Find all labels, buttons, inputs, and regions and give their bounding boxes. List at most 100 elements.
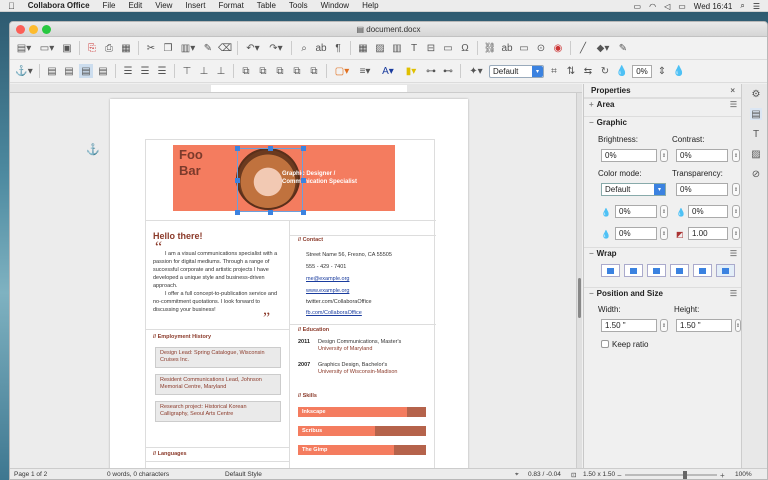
status-zoom[interactable]: 100% <box>735 471 752 478</box>
menu-tools[interactable]: Tools <box>289 1 308 10</box>
resize-handle[interactable] <box>235 178 240 183</box>
menu-file[interactable]: File <box>103 1 116 10</box>
resize-handle[interactable] <box>235 210 240 215</box>
navigator-icon[interactable]: ⊘ <box>750 168 762 180</box>
width-field[interactable]: 1.50 " <box>601 319 657 332</box>
background-color-icon[interactable]: ▮▾ <box>401 64 421 78</box>
styles-icon[interactable]: T <box>750 128 762 140</box>
insert-table-icon[interactable]: ▦ <box>356 41 370 55</box>
align-center-icon[interactable]: ☰ <box>138 64 152 78</box>
footnote-icon[interactable]: ab <box>500 41 514 55</box>
close-icon[interactable]: × <box>730 86 735 95</box>
section-wrap[interactable]: − Wrap ☰ <box>584 247 742 259</box>
clone-formatting-icon[interactable]: ✎ <box>201 41 215 55</box>
gamma-field[interactable]: 1.00 <box>688 227 728 240</box>
apple-icon[interactable]:  <box>8 1 15 11</box>
draw-functions-icon[interactable]: ✎ <box>616 41 630 55</box>
width-spinner[interactable]: ⇕ <box>660 319 668 332</box>
wrap-optimal-button[interactable] <box>647 264 666 277</box>
wifi-icon[interactable]: ◠ <box>649 2 656 11</box>
unlink-frames-icon[interactable]: ⊷ <box>441 64 455 78</box>
document-page[interactable]: Foo Bar Graphic Designer / Communication … <box>110 99 468 479</box>
basic-shapes-icon[interactable]: ◆▾ <box>593 41 613 55</box>
section-area[interactable]: + Area ☰ <box>584 98 742 110</box>
gamma-spinner[interactable]: ⇕ <box>732 227 740 240</box>
green-field[interactable]: 0% <box>688 205 728 218</box>
formatting-marks-icon[interactable]: ¶ <box>331 41 345 55</box>
spelling-icon[interactable]: ab <box>314 41 328 55</box>
redo-icon[interactable]: ↷▾ <box>266 41 286 55</box>
find-replace-icon[interactable]: ⌕ <box>297 41 311 55</box>
send-to-back-icon[interactable]: ⧉ <box>290 64 304 78</box>
contact-email-link[interactable]: me@example.org <box>306 276 350 282</box>
link-frames-icon[interactable]: ⊶ <box>424 64 438 78</box>
copy-icon[interactable]: ❐ <box>161 41 175 55</box>
close-window-button[interactable] <box>16 25 25 34</box>
special-character-icon[interactable]: Ω <box>458 41 472 55</box>
flip-horizontal-icon[interactable]: ⇆ <box>581 64 595 78</box>
properties-icon[interactable]: ▤ <box>750 108 762 120</box>
wrap-none-button[interactable] <box>601 264 620 277</box>
document-canvas[interactable]: ⚓ Foo Bar Graphic Designer / Communicatio… <box>10 93 582 479</box>
insert-page-break-icon[interactable]: ⊟ <box>424 41 438 55</box>
menu-help[interactable]: Help <box>362 1 378 10</box>
resize-handle[interactable] <box>268 210 273 215</box>
spin-icon[interactable]: ⇕ <box>655 64 669 78</box>
more-options-icon[interactable]: ☰ <box>730 289 737 298</box>
cut-icon[interactable]: ✂ <box>144 41 158 55</box>
battery-icon[interactable]: ▭ <box>678 2 686 11</box>
export-pdf-icon[interactable]: ⎘ <box>85 41 99 55</box>
transparency-spinner[interactable]: ⇕ <box>732 183 740 196</box>
optimal-wrap-icon[interactable]: ▤ <box>79 64 93 78</box>
send-backward-icon[interactable]: ⧉ <box>273 64 287 78</box>
wrap-after-button[interactable] <box>693 264 712 277</box>
rotate-icon[interactable]: ↻ <box>598 64 612 78</box>
track-changes-icon[interactable]: ⊙ <box>534 41 548 55</box>
status-style[interactable]: Default Style <box>225 471 262 478</box>
resize-handle[interactable] <box>235 146 240 151</box>
record-icon[interactable]: ◉ <box>551 41 565 55</box>
transparency-icon[interactable]: 💧 <box>615 64 629 78</box>
volume-icon[interactable]: ◁ <box>664 2 670 11</box>
insert-image-icon[interactable]: ▨ <box>373 41 387 55</box>
paste-icon[interactable]: ▥▾ <box>178 41 198 55</box>
brightness-spinner[interactable]: ⇕ <box>660 149 668 162</box>
new-document-icon[interactable]: ▤▾ <box>14 41 34 55</box>
anchor-icon[interactable]: ⚓▾ <box>14 64 34 78</box>
resize-handle[interactable] <box>301 146 306 151</box>
image-mode-select[interactable]: Default ▾ <box>489 64 544 78</box>
brightness-field[interactable]: 0% <box>601 149 657 162</box>
contrast-spinner[interactable]: ⇕ <box>732 149 740 162</box>
align-left-icon[interactable]: ☰ <box>121 64 135 78</box>
save-icon[interactable]: ▣ <box>60 41 74 55</box>
section-graphic[interactable]: − Graphic <box>584 116 742 128</box>
comment-icon[interactable]: ▭ <box>517 41 531 55</box>
insert-chart-icon[interactable]: ▥ <box>390 41 404 55</box>
menu-view[interactable]: View <box>155 1 172 10</box>
border-color-icon[interactable]: A▾ <box>378 64 398 78</box>
align-middle-icon[interactable]: ⊥ <box>197 64 211 78</box>
contact-facebook-link[interactable]: fb.com/CollaboraOffice <box>306 310 362 316</box>
section-position-size[interactable]: − Position and Size ☰ <box>584 287 742 299</box>
border-style-icon[interactable]: ≡▾ <box>355 64 375 78</box>
height-field[interactable]: 1.50 " <box>676 319 732 332</box>
crop-icon[interactable]: ⌗ <box>547 64 561 78</box>
undo-icon[interactable]: ↶▾ <box>243 41 263 55</box>
color-mode-select[interactable]: Default ▾ <box>601 183 666 196</box>
resize-handle[interactable] <box>268 146 273 151</box>
image-filter-icon[interactable]: ✦▾ <box>466 64 486 78</box>
clear-formatting-icon[interactable]: ⌫ <box>218 41 232 55</box>
menu-window[interactable]: Window <box>321 1 349 10</box>
bring-to-front-icon[interactable]: ⧉ <box>239 64 253 78</box>
hyperlink-icon[interactable]: ⛓ <box>483 41 497 55</box>
insert-textbox-icon[interactable]: T <box>407 41 421 55</box>
vertical-scrollbar[interactable] <box>576 93 582 468</box>
to-foreground-icon[interactable]: ⧉ <box>307 64 321 78</box>
more-options-icon[interactable]: ☰ <box>730 100 737 109</box>
align-top-icon[interactable]: ⊤ <box>180 64 194 78</box>
zoom-slider[interactable]: − + <box>617 470 727 479</box>
page-wrap-icon[interactable]: ▤ <box>62 64 76 78</box>
wrap-parallel-button[interactable] <box>624 264 643 277</box>
resize-handle[interactable] <box>301 210 306 215</box>
color-drop-icon[interactable]: 💧 <box>672 64 686 78</box>
